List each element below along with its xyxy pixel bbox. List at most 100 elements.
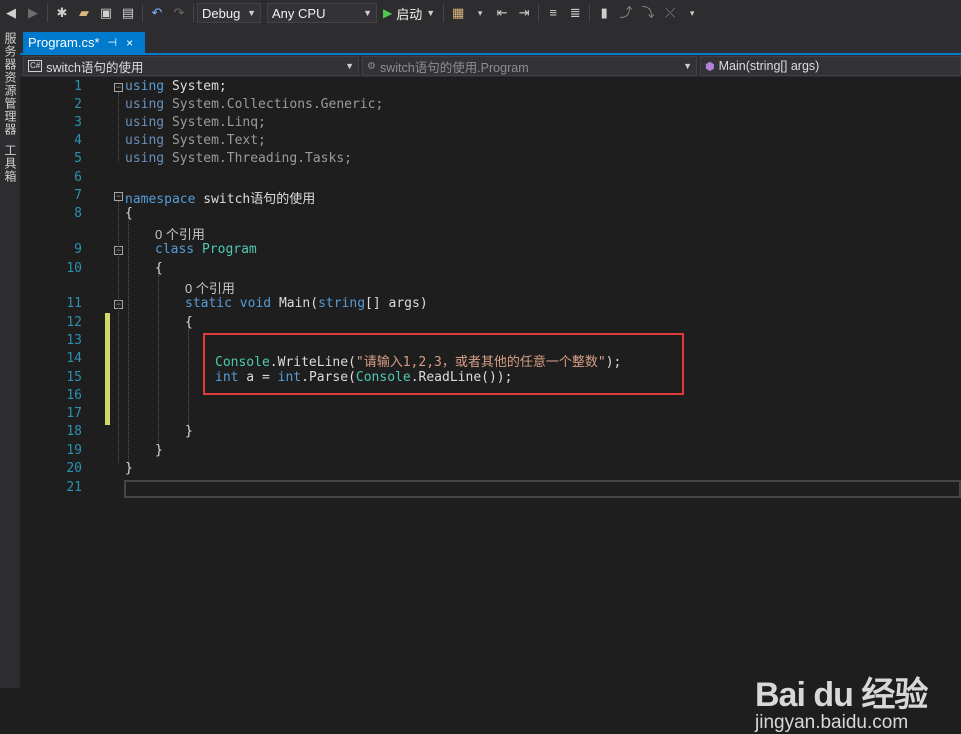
tab-program-cs[interactable]: Program.cs* ⊣ × (23, 32, 145, 53)
main-toolbar: ◀ ▶ ✱ ▰ ▣ ▤ ↶ ↷ Debug ▼ Any CPU ▼ ▶ 启动 ▼… (0, 0, 961, 26)
line-number: 21 (66, 480, 82, 495)
document-tab-bar: Program.cs* ⊣ × (20, 26, 961, 53)
method-name: Main( (278, 296, 319, 311)
line-number: 11 (66, 296, 82, 311)
indent-icon[interactable]: ⇤ (494, 5, 510, 21)
code-line-9: class Program (155, 242, 257, 257)
code-text: System.Collections.Generic; (164, 97, 384, 112)
keyword: using (125, 151, 165, 166)
code-line-19: } (155, 443, 163, 458)
line-number: 20 (66, 461, 82, 476)
change-marker (105, 313, 110, 425)
keyword: using (125, 79, 165, 94)
side-tool-strip: 服务器资源管理器 工具箱 (0, 26, 20, 688)
fold-guide (118, 92, 119, 162)
code-editor[interactable]: 1 2 3 4 5 6 7 8 9 10 11 12 13 14 15 16 1… (20, 77, 961, 733)
line-number: 17 (66, 406, 82, 421)
new-project-icon[interactable]: ✱ (54, 5, 70, 21)
member-dropdown[interactable]: ⬢ Main(string[] args) (700, 56, 961, 76)
clear-bookmarks-icon[interactable]: ⤬ (662, 5, 678, 21)
keyword: class (155, 242, 195, 257)
keyword: using (125, 97, 165, 112)
start-button[interactable]: ▶ 启动 ▼ (383, 4, 435, 23)
redo-icon[interactable]: ↷ (171, 5, 187, 21)
line-number: 4 (74, 133, 82, 148)
code-text: System.Threading.Tasks; (164, 151, 352, 166)
line-number: 13 (66, 333, 82, 348)
save-icon[interactable]: ▣ (98, 5, 114, 21)
line-number: 15 (66, 370, 82, 385)
uncomment-icon[interactable]: ≣ (567, 5, 583, 21)
close-icon[interactable]: × (126, 36, 133, 50)
class-name: switch语句的使用.Program (379, 60, 529, 75)
baidu-watermark: Bai du 经验 jingyan.baidu.com (755, 667, 928, 734)
toolbar-separator (142, 4, 143, 22)
chevron-down-icon: ▼ (247, 8, 256, 18)
server-explorer-tab[interactable]: 服务器资源管理器 (2, 32, 19, 136)
tab-label: Program.cs* (28, 35, 100, 50)
code-text: System.Text; (164, 133, 266, 148)
solution-explorer-icon[interactable]: ▦ (450, 5, 466, 21)
start-label: 启动 (396, 6, 423, 22)
pin-icon[interactable]: ⊣ (108, 36, 118, 49)
class-dropdown[interactable]: ⚙ switch语句的使用.Program ▼ (362, 56, 697, 76)
keyword: static (185, 296, 232, 311)
configuration-dropdown[interactable]: Debug ▼ (197, 3, 261, 23)
comment-icon[interactable]: ≡ (545, 5, 561, 21)
line-number: 7 (74, 188, 82, 203)
chevron-down-icon: ▼ (426, 8, 436, 18)
annotation-highlight-box (203, 333, 684, 395)
code-line-5: using System.Threading.Tasks; (125, 151, 352, 166)
toolbar-separator (193, 4, 194, 22)
save-all-icon[interactable]: ▤ (120, 5, 136, 21)
project-dropdown[interactable]: C# switch语句的使用 ▼ (23, 56, 359, 76)
line-number: 5 (74, 151, 82, 166)
toolbar-separator (443, 4, 445, 22)
play-icon: ▶ (383, 6, 393, 20)
method-icon: ⬢ (705, 60, 715, 73)
collapse-icon[interactable]: − (114, 192, 123, 201)
outdent-icon[interactable]: ⇥ (516, 5, 532, 21)
current-line-highlight (124, 480, 961, 498)
code-line-7: namespace switch语句的使用 (125, 188, 315, 207)
code-line-3: using System.Linq; (125, 115, 266, 130)
watermark-url: jingyan.baidu.com (755, 712, 909, 733)
keyword: using (125, 133, 165, 148)
indent-guide (188, 329, 189, 425)
keyword: namespace (125, 192, 196, 207)
code-line-20: } (125, 461, 133, 476)
toolbar-separator (538, 4, 540, 22)
code-line-12: { (185, 315, 193, 330)
next-bookmark-icon[interactable]: ⤵ (640, 5, 656, 21)
navigation-bar: C# switch语句的使用 ▼ ⚙ switch语句的使用.Program ▼… (20, 55, 961, 77)
overflow-icon[interactable]: ▾ (472, 5, 488, 21)
line-number: 8 (74, 206, 82, 221)
csharp-project-icon: C# (28, 60, 43, 72)
configuration-value: Debug (202, 5, 241, 21)
indent-guide (158, 275, 159, 443)
prev-bookmark-icon[interactable]: ⤴ (618, 5, 634, 21)
line-number: 14 (66, 351, 82, 366)
toolbox-tab[interactable]: 工具箱 (2, 144, 19, 183)
overflow-icon[interactable]: ▾ (684, 5, 700, 21)
platform-dropdown[interactable]: Any CPU ▼ (267, 3, 377, 23)
reference-count[interactable]: 0 个引用 (185, 278, 235, 297)
bookmark-icon[interactable]: ▮ (596, 5, 612, 21)
class-icon: ⚙ (367, 60, 376, 72)
forward-icon[interactable]: ▶ (25, 5, 41, 21)
back-icon[interactable]: ◀ (3, 5, 19, 21)
line-number: 3 (74, 115, 82, 130)
code-text: [] args) (365, 296, 428, 311)
open-file-icon[interactable]: ▰ (76, 5, 92, 21)
toolbar-separator (47, 4, 48, 22)
line-number: 16 (66, 388, 82, 403)
code-line-11: static void Main(string[] args) (185, 296, 428, 311)
member-name: Main(string[] args) (718, 59, 820, 73)
undo-icon[interactable]: ↶ (149, 5, 165, 21)
code-line-2: using System.Collections.Generic; (125, 97, 383, 112)
baidu-logo: Bai du 经验 (755, 676, 928, 714)
code-text: System.Linq; (164, 115, 266, 130)
project-name: switch语句的使用 (46, 60, 144, 75)
collapse-icon[interactable]: − (114, 83, 123, 92)
reference-count[interactable]: 0 个引用 (155, 224, 205, 243)
